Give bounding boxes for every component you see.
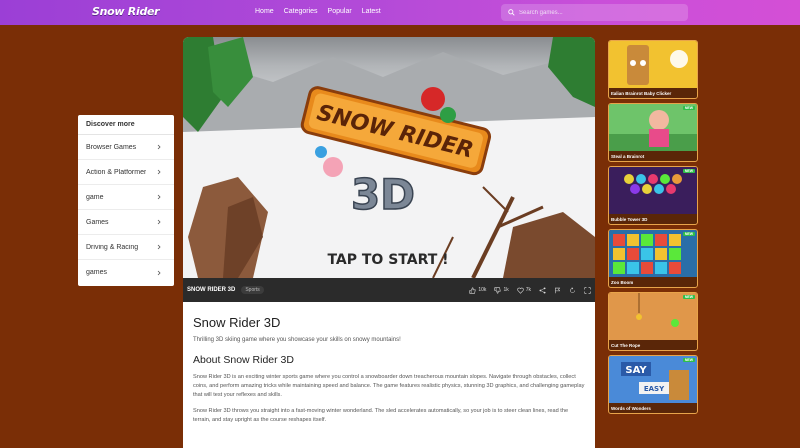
main-content: SNOW RIDER 3D TAP TO START ! SNOW RIDER … xyxy=(183,37,595,448)
related-game-card[interactable]: NEW Bubble Tower 3D xyxy=(608,166,698,225)
sidebar-item-label: Games xyxy=(86,218,109,226)
sidebar-item-action-platformer[interactable]: Action & Platformer xyxy=(78,160,174,185)
sidebar-item-label: game xyxy=(86,193,104,201)
heart-icon xyxy=(517,287,524,294)
favorite-count: 7k xyxy=(525,287,531,293)
main-nav: Home Categories Popular Latest xyxy=(255,8,381,15)
game-info-bar: SNOW RIDER 3D Sports 10k 1k 7k xyxy=(183,278,595,302)
related-game-title: Cut The Rope xyxy=(611,343,641,348)
svg-text:EASY: EASY xyxy=(644,385,665,393)
new-badge: NEW xyxy=(682,169,695,173)
game-thumbnail xyxy=(609,41,697,88)
chevron-right-icon xyxy=(157,219,161,225)
game-canvas[interactable]: SNOW RIDER 3D TAP TO START ! xyxy=(183,37,595,278)
chevron-right-icon xyxy=(157,144,161,150)
related-game-card[interactable]: SAY EASY NEW Words of Wonders xyxy=(608,355,698,414)
sidebar-item-game[interactable]: game xyxy=(78,185,174,210)
related-game-card[interactable]: NEW Zoo Boom xyxy=(608,229,698,288)
share-button[interactable] xyxy=(539,286,546,294)
game-name-label: SNOW RIDER 3D xyxy=(187,287,236,293)
thumbs-down-icon xyxy=(494,286,502,294)
sidebar-item-label: Action & Platformer xyxy=(86,168,147,176)
nav-popular-link[interactable]: Popular xyxy=(328,8,352,15)
related-game-title: Words of Wonders xyxy=(611,406,651,411)
nav-categories-link[interactable]: Categories xyxy=(284,8,318,15)
dislike-count: 1k xyxy=(503,287,509,293)
category-tag[interactable]: Sports xyxy=(241,286,264,294)
search-box[interactable] xyxy=(501,4,688,21)
share-icon xyxy=(539,286,546,294)
related-game-title: Bubble Tower 3D xyxy=(611,217,648,222)
favorite-button[interactable]: 7k xyxy=(517,287,531,294)
game-thumbnail: SAY EASY xyxy=(609,356,697,403)
game-actions: 10k 1k 7k xyxy=(469,286,591,294)
sidebar-item-label: games xyxy=(86,269,108,276)
fullscreen-icon xyxy=(584,286,591,294)
sidebar-item-label: Driving & Racing xyxy=(86,243,139,251)
sidebar-item-games-cap[interactable]: Games xyxy=(78,210,174,235)
flag-icon xyxy=(555,287,561,293)
thumbs-up-icon xyxy=(469,286,477,294)
sidebar-item-driving-racing[interactable]: Driving & Racing xyxy=(78,235,174,260)
nav-home-link[interactable]: Home xyxy=(255,8,274,15)
like-button[interactable]: 10k xyxy=(469,286,487,294)
about-paragraph-2: Snow Rider 3D throws you straight into a… xyxy=(193,408,569,423)
chevron-right-icon xyxy=(157,270,161,275)
game-logo-3d: 3D xyxy=(351,170,415,219)
page-title: Snow Rider 3D xyxy=(193,315,281,330)
new-badge: NEW xyxy=(682,232,695,236)
chevron-right-icon xyxy=(157,169,161,175)
discover-more-title: Discover more xyxy=(78,115,174,135)
related-game-card[interactable]: NEW Steal a Brainrot xyxy=(608,103,698,162)
about-paragraph-1: Snow Rider 3D is an exciting winter spor… xyxy=(193,374,585,398)
about-heading: About Snow Rider 3D xyxy=(193,354,294,366)
game-description: Snow Rider 3D Thrilling 3D skiing game w… xyxy=(183,302,595,425)
discover-more-panel: Discover more Browser Games Action & Pla… xyxy=(78,115,174,286)
chevron-right-icon xyxy=(157,194,161,200)
sidebar-item-label: Browser Games xyxy=(86,143,137,151)
page-subtitle: Thrilling 3D skiing game where you showc… xyxy=(193,337,401,343)
fullscreen-button[interactable] xyxy=(584,286,591,294)
sidebar-item-games[interactable]: games xyxy=(78,260,174,285)
new-badge: NEW xyxy=(682,295,695,299)
game-scene-art: SNOW RIDER 3D TAP TO START ! xyxy=(183,37,595,278)
tap-to-start-text: TAP TO START ! xyxy=(327,252,448,268)
related-game-card[interactable]: NEW Cut The Rope xyxy=(608,292,698,351)
report-button[interactable] xyxy=(554,287,561,294)
like-count: 10k xyxy=(478,287,487,293)
related-game-title: Steal a Brainrot xyxy=(611,154,645,159)
sidebar-item-browser-games[interactable]: Browser Games xyxy=(78,135,174,160)
svg-text:SAY: SAY xyxy=(625,365,647,376)
related-games-list: Italian Brainrot Baby Clicker NEW Steal … xyxy=(608,40,698,418)
search-input[interactable] xyxy=(519,9,679,16)
dislike-button[interactable]: 1k xyxy=(494,286,509,294)
search-icon xyxy=(508,9,515,16)
restart-button[interactable] xyxy=(569,286,576,294)
related-game-title: Zoo Boom xyxy=(611,280,634,285)
restart-icon xyxy=(570,286,575,293)
site-logo[interactable]: Snow Rider xyxy=(92,5,160,18)
top-navigation-bar: Snow Rider Home Categories Popular Lates… xyxy=(0,0,800,25)
chevron-right-icon xyxy=(157,244,161,250)
game-thumbnail xyxy=(609,230,697,277)
related-game-card[interactable]: Italian Brainrot Baby Clicker xyxy=(608,40,698,99)
related-game-title: Italian Brainrot Baby Clicker xyxy=(611,91,672,96)
game-thumbnail xyxy=(609,293,697,340)
nav-latest-link[interactable]: Latest xyxy=(362,8,381,15)
new-badge: NEW xyxy=(682,358,695,362)
game-thumbnail xyxy=(609,104,697,151)
game-thumbnail xyxy=(609,167,697,214)
new-badge: NEW xyxy=(682,106,695,110)
